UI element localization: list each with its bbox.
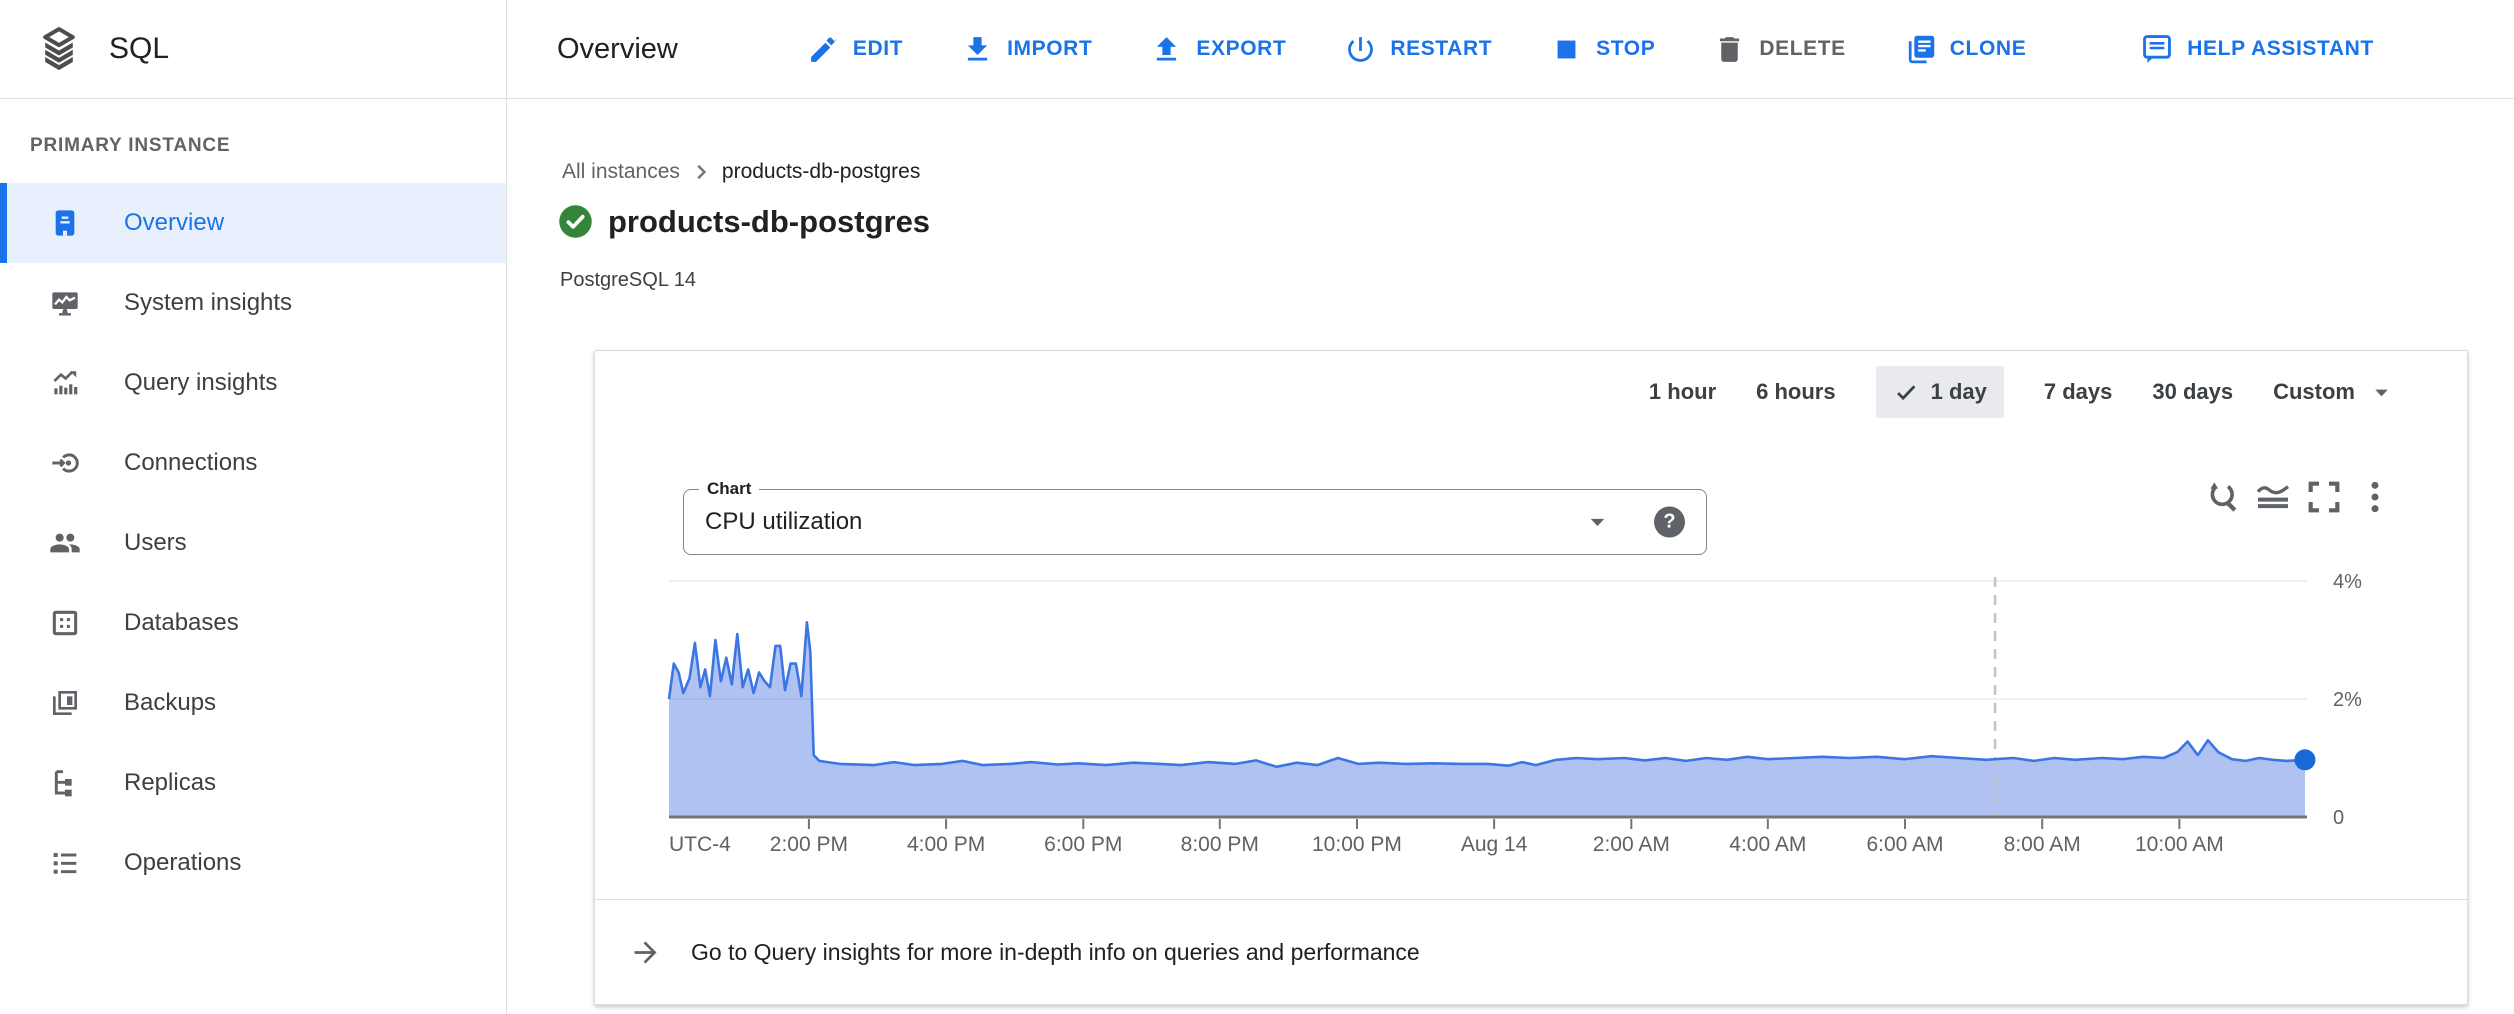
power-icon	[1344, 33, 1377, 66]
metrics-card: 1 hour 6 hours 1 day 7 days 30 days Cust…	[594, 350, 2468, 1005]
sidebar-item-label: System insights	[124, 289, 292, 317]
caret-down-icon	[2370, 381, 2393, 404]
arrow-forward-icon	[629, 936, 662, 969]
clone-icon	[1904, 33, 1937, 66]
svg-text:2:00 AM: 2:00 AM	[1593, 833, 1670, 856]
top-bar: SQL Overview EDIT IMPORT EXPORT	[0, 0, 2514, 99]
stop-icon	[1550, 33, 1583, 66]
upload-icon	[1150, 33, 1183, 66]
query-insights-link-row[interactable]: Go to Query insights for more in-depth i…	[595, 899, 2467, 1004]
top-bar-main: Overview EDIT IMPORT EXPORT RESTART	[507, 0, 2514, 98]
users-icon	[48, 526, 82, 560]
backups-icon	[48, 686, 82, 720]
clone-button[interactable]: CLONE	[1875, 33, 2056, 66]
sidebar-item-connections[interactable]: Connections	[0, 423, 506, 503]
cpu-utilization-chart: 0 2% 4% 2:00 PM 4:00 PM 6:00 PM 8:00 PM 10:00 P…	[595, 529, 2469, 869]
healthy-check-icon	[556, 202, 595, 241]
range-1-day[interactable]: 1 day	[1876, 366, 2004, 418]
trash-icon	[1713, 33, 1746, 66]
sidebar-section-title: PRIMARY INSTANCE	[0, 99, 506, 157]
query-insights-link-text: Go to Query insights for more in-depth i…	[691, 939, 1420, 966]
sidebar-item-backups[interactable]: Backups	[0, 663, 506, 743]
sidebar-item-label: Query insights	[124, 369, 277, 397]
product-name: SQL	[109, 32, 169, 66]
sidebar-item-label: Users	[124, 529, 187, 557]
svg-text:8:00 PM: 8:00 PM	[1181, 833, 1259, 856]
check-icon	[1893, 379, 1920, 406]
sql-database-stack-icon	[36, 26, 82, 72]
svg-text:4:00 PM: 4:00 PM	[907, 833, 985, 856]
svg-text:2%: 2%	[2333, 689, 2362, 711]
chat-icon	[2140, 32, 2174, 66]
query-insights-icon	[48, 366, 82, 400]
page-title: Overview	[557, 33, 678, 66]
svg-text:6:00 AM: 6:00 AM	[1866, 833, 1943, 856]
export-button[interactable]: EXPORT	[1121, 33, 1315, 66]
svg-text:4%: 4%	[2333, 571, 2362, 593]
zoom-reset-icon[interactable]	[2202, 477, 2242, 517]
svg-text:8:00 AM: 8:00 AM	[2004, 833, 2081, 856]
instance-actions: EDIT IMPORT EXPORT RESTART STOP	[778, 32, 2403, 66]
fullscreen-icon[interactable]	[2304, 477, 2344, 517]
databases-icon	[48, 606, 82, 640]
sidebar-item-system-insights[interactable]: System insights	[0, 263, 506, 343]
sidebar-item-overview[interactable]: Overview	[0, 183, 506, 263]
replicas-icon	[48, 766, 82, 800]
svg-text:4:00 AM: 4:00 AM	[1729, 833, 1806, 856]
operations-icon	[48, 846, 82, 880]
sidebar-item-users[interactable]: Users	[0, 503, 506, 583]
area-chart-icon[interactable]	[2253, 477, 2293, 517]
cloud-sql-overview-page: SQL Overview EDIT IMPORT EXPORT	[0, 0, 2514, 1014]
restart-button[interactable]: RESTART	[1315, 33, 1521, 66]
instance-name: products-db-postgres	[608, 204, 930, 240]
chart-select-label: Chart	[699, 479, 759, 499]
svg-text:UTC-4: UTC-4	[669, 833, 731, 856]
sidebar-item-label: Backups	[124, 689, 216, 717]
range-custom[interactable]: Custom	[2273, 379, 2393, 405]
system-insights-icon	[48, 286, 82, 320]
svg-text:10:00 PM: 10:00 PM	[1312, 833, 1402, 856]
download-icon	[961, 33, 994, 66]
more-vert-icon[interactable]	[2355, 477, 2395, 517]
instance-title-row: products-db-postgres	[556, 202, 930, 241]
delete-button[interactable]: DELETE	[1684, 33, 1874, 66]
time-range-selector: 1 hour 6 hours 1 day 7 days 30 days Cust…	[1649, 363, 2393, 421]
stop-button[interactable]: STOP	[1521, 33, 1684, 66]
range-30-days[interactable]: 30 days	[2152, 379, 2233, 405]
sidebar-item-operations[interactable]: Operations	[0, 823, 506, 903]
range-6-hours[interactable]: 6 hours	[1756, 379, 1835, 405]
import-button[interactable]: IMPORT	[932, 33, 1121, 66]
sidebar-item-replicas[interactable]: Replicas	[0, 743, 506, 823]
sidebar-item-label: Connections	[124, 449, 257, 477]
chevron-right-icon	[688, 159, 714, 185]
edit-button[interactable]: EDIT	[778, 33, 932, 66]
overview-icon	[48, 206, 82, 240]
breadcrumb: All instances products-db-postgres	[562, 159, 920, 185]
svg-text:Aug 14: Aug 14	[1461, 833, 1528, 856]
svg-text:0: 0	[2333, 807, 2344, 829]
pencil-icon	[807, 33, 840, 66]
range-7-days[interactable]: 7 days	[2044, 379, 2113, 405]
svg-text:2:00 PM: 2:00 PM	[770, 833, 848, 856]
sidebar-item-databases[interactable]: Databases	[0, 583, 506, 663]
sidebar-item-label: Overview	[124, 209, 224, 237]
sidebar-item-label: Operations	[124, 849, 241, 877]
database-engine-version: PostgreSQL 14	[560, 269, 696, 292]
breadcrumb-current: products-db-postgres	[722, 160, 920, 184]
sidebar-item-label: Replicas	[124, 769, 216, 797]
main-content: All instances products-db-postgres produ…	[508, 99, 2514, 1014]
breadcrumb-all-instances[interactable]: All instances	[562, 160, 680, 184]
svg-text:10:00 AM: 10:00 AM	[2135, 833, 2224, 856]
sidebar-item-label: Databases	[124, 609, 239, 637]
sidebar-item-query-insights[interactable]: Query insights	[0, 343, 506, 423]
connections-icon	[48, 446, 82, 480]
help-assistant-button[interactable]: HELP ASSISTANT	[2111, 32, 2403, 66]
chart-toolbar	[2202, 477, 2395, 517]
svg-text:6:00 PM: 6:00 PM	[1044, 833, 1122, 856]
product-brand: SQL	[0, 0, 507, 98]
range-1-hour[interactable]: 1 hour	[1649, 379, 1716, 405]
sidebar-nav: Overview System insights Query insights …	[0, 183, 506, 903]
sidebar: PRIMARY INSTANCE Overview System insight…	[0, 99, 507, 1014]
